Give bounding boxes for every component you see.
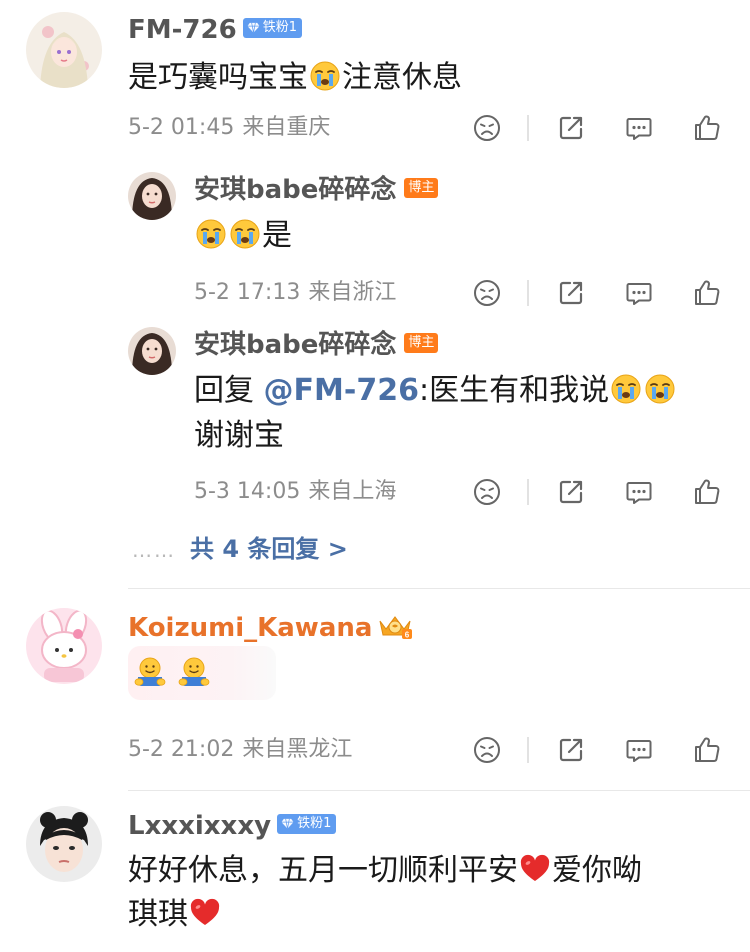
comment-date: 5-2 01:45 xyxy=(128,115,235,140)
fan-badge[interactable]: 铁粉1 xyxy=(242,17,302,38)
reply-text-line2: 谢谢宝 xyxy=(194,418,284,453)
share-icon[interactable] xyxy=(556,477,586,507)
crown-icon: 6 xyxy=(379,615,413,639)
heart-emoji xyxy=(519,853,551,885)
reply-text: 是 xyxy=(194,214,292,258)
comment-text: 好好休息，五月一切顺利平安 爱你呦 xyxy=(128,849,642,893)
fan-badge-label: 铁粉1 xyxy=(262,19,297,35)
heart-emoji xyxy=(189,897,221,929)
reply-date: 5-2 17:13 xyxy=(194,280,301,305)
fan-badge[interactable]: 铁粉1 xyxy=(277,813,337,834)
comment-date: 5-2 21:02 xyxy=(128,737,235,762)
avatar[interactable] xyxy=(26,806,102,882)
comment-icon[interactable] xyxy=(624,113,654,143)
mention-link[interactable]: @FM-726 xyxy=(264,373,419,408)
reply-text: 回复 @FM-726:医生有和我说 xyxy=(194,369,677,413)
more-replies-link[interactable]: …… 共 4 条回复 > xyxy=(132,534,348,565)
fan-badge-label: 铁粉1 xyxy=(297,815,332,831)
more-dots: …… xyxy=(132,538,176,562)
host-badge: 博主 xyxy=(404,177,439,198)
hug-emoji xyxy=(176,655,212,691)
reply-username-text[interactable]: 安琪babe碎碎念 xyxy=(194,175,396,205)
reply-username[interactable]: 安琪babe碎碎念 博主 xyxy=(194,329,439,361)
comment-divider xyxy=(128,588,750,589)
comment-text-line2-content: 琪琪 xyxy=(128,897,188,932)
hug-emoji xyxy=(132,655,168,691)
username[interactable]: Koizumi_Kawana 6 xyxy=(128,612,414,644)
reply-meta: 5-2 17:13 来自浙江 xyxy=(194,279,396,307)
like-icon[interactable] xyxy=(692,278,722,308)
crying-emoji xyxy=(644,373,676,405)
action-separator xyxy=(527,280,529,306)
like-icon[interactable] xyxy=(692,477,722,507)
action-separator xyxy=(527,115,529,141)
comment-text-part2: 注意休息 xyxy=(342,60,462,95)
reply-username[interactable]: 安琪babe碎碎念 博主 xyxy=(194,174,439,206)
comment-text: 是巧囊吗宝宝 注意休息 xyxy=(128,56,462,100)
username-text[interactable]: FM-726 xyxy=(128,15,237,45)
share-icon[interactable] xyxy=(556,735,586,765)
diamond-icon xyxy=(247,21,260,34)
like-icon[interactable] xyxy=(692,735,722,765)
unlike-icon[interactable] xyxy=(472,735,502,765)
username[interactable]: FM-726 铁粉1 xyxy=(128,14,302,46)
avatar[interactable] xyxy=(26,12,102,88)
reply-date: 5-3 14:05 xyxy=(194,479,301,504)
reply-avatar[interactable] xyxy=(128,327,176,375)
reply-location: 来自上海 xyxy=(308,479,397,504)
share-icon[interactable] xyxy=(556,278,586,308)
comment-text-part1: 好好休息，五月一切顺利平安 xyxy=(128,853,518,888)
comment-location: 来自重庆 xyxy=(242,115,331,140)
avatar[interactable] xyxy=(26,608,102,684)
like-icon[interactable] xyxy=(692,113,722,143)
crying-emoji xyxy=(195,218,227,250)
reply-location: 来自浙江 xyxy=(308,280,397,305)
username-text[interactable]: Koizumi_Kawana xyxy=(128,613,372,643)
crying-emoji xyxy=(229,218,261,250)
diamond-icon xyxy=(281,817,294,830)
reply-prefix: 回复 xyxy=(194,373,264,408)
share-icon[interactable] xyxy=(556,113,586,143)
reply-avatar[interactable] xyxy=(128,172,176,220)
action-separator xyxy=(527,737,529,763)
username[interactable]: Lxxxixxxy 铁粉1 xyxy=(128,810,337,842)
comment-text-part1: 是巧囊吗宝宝 xyxy=(128,60,308,95)
comment-text-part2: 爱你呦 xyxy=(552,853,642,888)
reply-meta: 5-3 14:05 来自上海 xyxy=(194,478,396,506)
action-separator xyxy=(527,479,529,505)
unlike-icon[interactable] xyxy=(472,113,502,143)
comment-meta: 5-2 21:02 来自黑龙江 xyxy=(128,736,352,764)
comment-meta: 5-2 01:45 来自重庆 xyxy=(128,114,330,142)
reply-username-text[interactable]: 安琪babe碎碎念 xyxy=(194,330,396,360)
crying-emoji xyxy=(309,60,341,92)
comment-location: 来自黑龙江 xyxy=(242,737,353,762)
comment-divider xyxy=(128,790,750,791)
comment-icon[interactable] xyxy=(624,278,654,308)
reply-text-content: :医生有和我说 xyxy=(418,373,610,408)
svg-text:6: 6 xyxy=(405,630,410,639)
comment-icon[interactable] xyxy=(624,477,654,507)
emoji-sticker-bubble xyxy=(128,646,276,700)
crying-emoji xyxy=(610,373,642,405)
username-text[interactable]: Lxxxixxxy xyxy=(128,811,271,841)
more-replies-label[interactable]: 共 4 条回复 > xyxy=(190,535,348,563)
host-badge: 博主 xyxy=(404,332,439,353)
unlike-icon[interactable] xyxy=(472,278,502,308)
unlike-icon[interactable] xyxy=(472,477,502,507)
comment-icon[interactable] xyxy=(624,735,654,765)
comment-text-line2: 琪琪 xyxy=(128,893,222,937)
reply-text-content: 是 xyxy=(262,218,292,253)
